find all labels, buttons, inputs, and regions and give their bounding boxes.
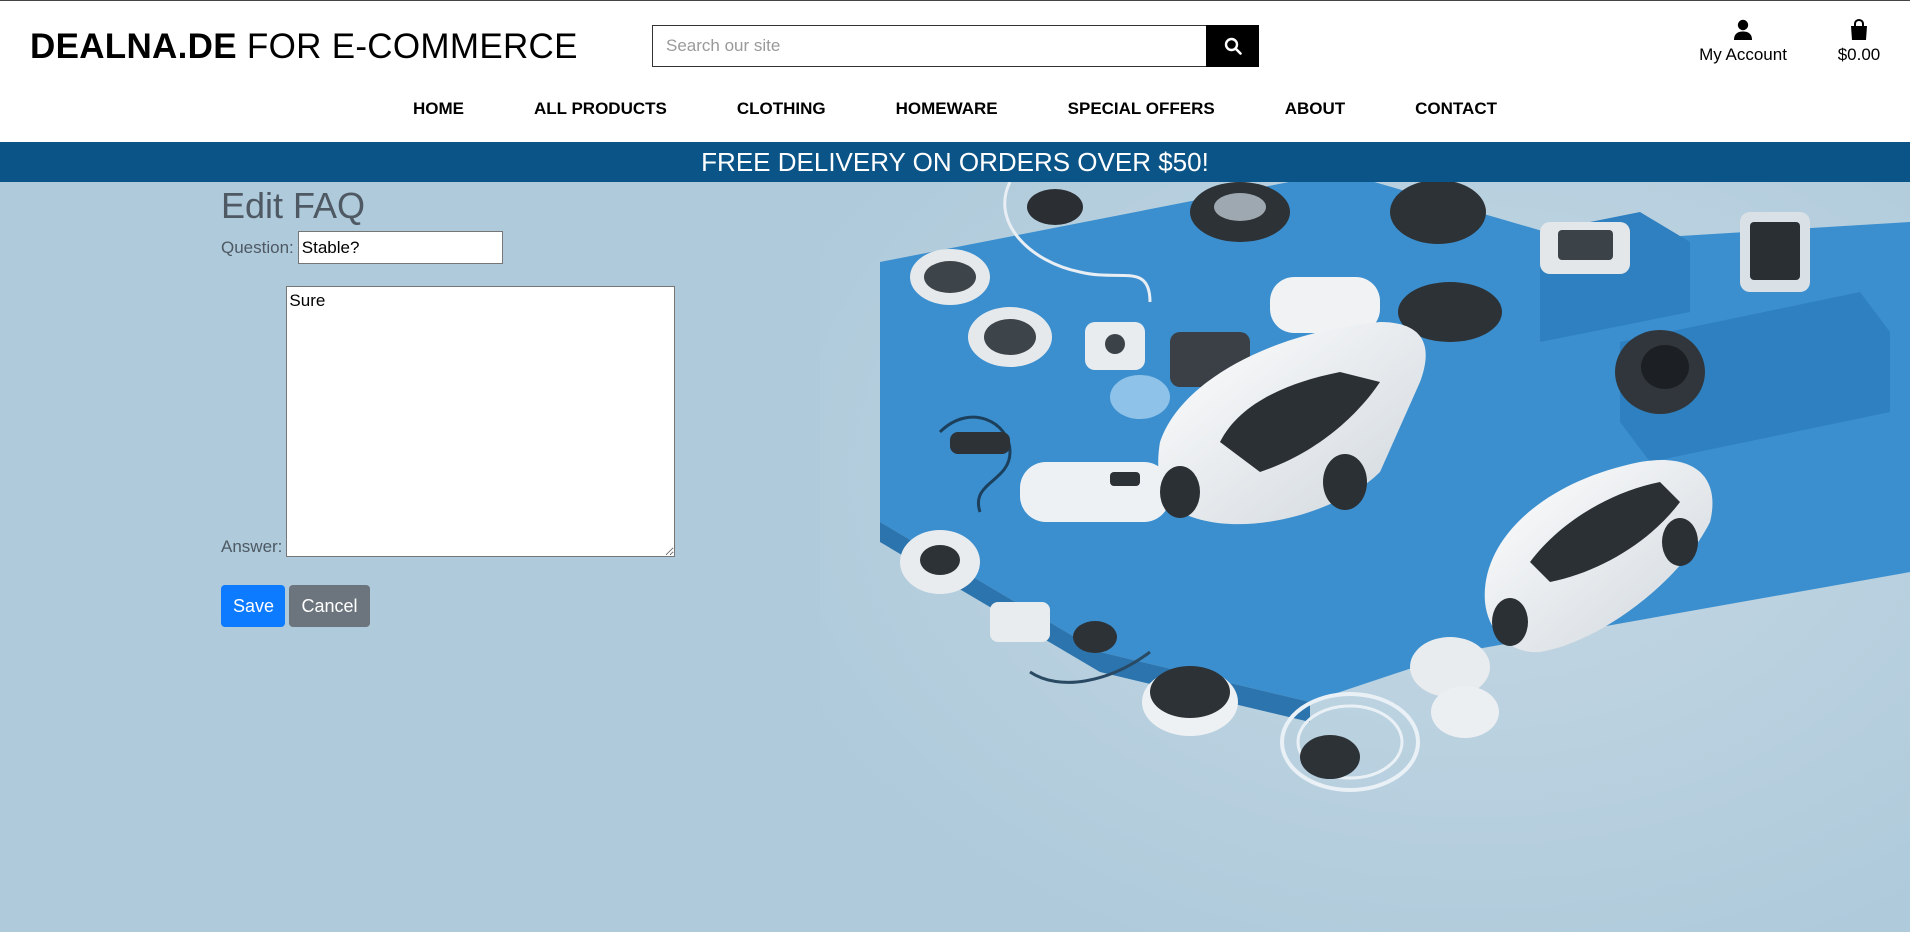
question-row: Question: — [221, 231, 675, 264]
save-button[interactable]: Save — [221, 585, 285, 627]
search-button[interactable] — [1206, 25, 1259, 67]
nav-contact[interactable]: CONTACT — [1380, 99, 1532, 119]
answer-row: Answer: Sure — [221, 286, 676, 557]
nav-home[interactable]: HOME — [378, 99, 499, 119]
nav-clothing[interactable]: CLOTHING — [702, 99, 861, 119]
site-header: DEALNA.DE FOR E-COMMERCE My Account $0.0… — [0, 1, 1910, 142]
site-logo[interactable]: DEALNA.DE FOR E-COMMERCE — [30, 27, 578, 67]
edit-faq-form: Edit FAQ Question: Answer: Sure Save Can… — [221, 182, 676, 627]
search-icon — [1224, 37, 1242, 55]
answer-textarea[interactable]: Sure — [286, 286, 676, 557]
main-nav: HOME ALL PRODUCTS CLOTHING HOMEWARE SPEC… — [0, 99, 1910, 119]
user-icon — [1734, 19, 1752, 40]
shopping-bag-icon — [1851, 19, 1867, 40]
cart-link[interactable]: $0.00 — [1828, 19, 1890, 65]
question-input[interactable] — [297, 231, 503, 264]
search-form — [652, 25, 1259, 67]
nav-homeware[interactable]: HOMEWARE — [861, 99, 1033, 119]
logo-rest: FOR E-COMMERCE — [236, 27, 578, 66]
hero-product-illustration — [820, 182, 1910, 932]
question-label: Question: — [221, 237, 294, 257]
nav-special-offers[interactable]: SPECIAL OFFERS — [1033, 99, 1250, 119]
main-content: Edit FAQ Question: Answer: Sure Save Can… — [0, 182, 1910, 932]
search-input[interactable] — [652, 25, 1206, 67]
delivery-banner: FREE DELIVERY ON ORDERS OVER $50! — [0, 142, 1910, 182]
logo-bold: DEALNA.DE — [30, 27, 237, 66]
page-title: Edit FAQ — [221, 185, 366, 226]
my-account-link[interactable]: My Account — [1693, 19, 1793, 65]
nav-all-products[interactable]: ALL PRODUCTS — [499, 99, 702, 119]
cancel-button[interactable]: Cancel — [289, 585, 370, 627]
form-actions: Save Cancel — [221, 585, 675, 627]
my-account-label: My Account — [1699, 45, 1787, 64]
answer-label: Answer: — [221, 537, 283, 556]
nav-about[interactable]: ABOUT — [1250, 99, 1380, 119]
cart-total: $0.00 — [1837, 45, 1881, 64]
